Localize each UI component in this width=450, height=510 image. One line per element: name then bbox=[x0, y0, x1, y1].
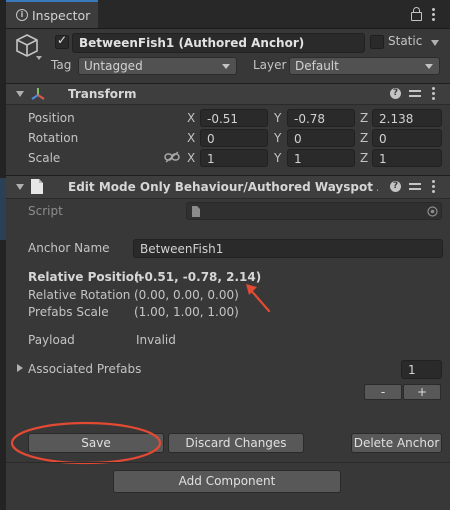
rotation-x-field[interactable]: 0 bbox=[200, 129, 268, 147]
rotation-x-label[interactable]: X bbox=[187, 131, 195, 145]
static-checkbox[interactable] bbox=[370, 35, 384, 49]
relative-position-label: Relative Position bbox=[28, 270, 143, 284]
active-checkbox[interactable] bbox=[55, 33, 69, 49]
static-label: Static bbox=[388, 34, 423, 48]
object-name-field[interactable]: BetweenFish1 (Authored Anchor) bbox=[72, 33, 365, 53]
tag-dropdown[interactable]: Untagged bbox=[78, 57, 237, 75]
tag-label: Tag bbox=[51, 58, 72, 72]
tab-label: Inspector bbox=[32, 8, 91, 23]
layer-label: Layer bbox=[253, 58, 287, 72]
layer-dropdown[interactable]: Default bbox=[289, 57, 440, 75]
scale-y-label[interactable]: Y bbox=[274, 151, 281, 165]
tab-menu-icon[interactable] bbox=[432, 8, 435, 11]
associated-prefabs-foldout-icon[interactable] bbox=[17, 364, 23, 372]
presets-icon[interactable] bbox=[409, 181, 421, 191]
tag-value: Untagged bbox=[84, 59, 143, 73]
static-dropdown-icon[interactable] bbox=[431, 40, 439, 46]
position-x-label[interactable]: X bbox=[187, 111, 195, 125]
component-foldout-icon[interactable] bbox=[16, 184, 24, 190]
help-icon[interactable]: ? bbox=[390, 181, 401, 192]
tab-inspector[interactable]: i Inspector bbox=[6, 0, 98, 28]
rotation-label: Rotation bbox=[28, 131, 79, 145]
component-menu-icon[interactable] bbox=[432, 180, 435, 183]
anchor-name-label: Anchor Name bbox=[28, 241, 110, 255]
position-label: Position bbox=[28, 111, 75, 125]
annotation-arrow bbox=[246, 284, 271, 313]
annotation-circle bbox=[10, 421, 162, 465]
scale-y-field[interactable]: 1 bbox=[287, 149, 355, 167]
presets-icon[interactable] bbox=[409, 88, 421, 98]
payload-label: Payload bbox=[28, 333, 75, 347]
associated-prefabs-label[interactable]: Associated Prefabs bbox=[28, 362, 141, 376]
rotation-y-label[interactable]: Y bbox=[274, 131, 281, 145]
transform-foldout-icon[interactable] bbox=[16, 91, 24, 97]
scale-x-field[interactable]: 1 bbox=[200, 149, 268, 167]
prefabs-scale-label: Prefabs Scale bbox=[28, 305, 109, 319]
anchor-name-field[interactable]: BetweenFish1 bbox=[133, 239, 443, 258]
lock-icon[interactable] bbox=[411, 7, 422, 21]
prefabs-scale-value: (1.00, 1.00, 1.00) bbox=[134, 305, 239, 319]
object-picker-icon[interactable] bbox=[427, 206, 438, 217]
remove-prefab-button[interactable]: - bbox=[364, 384, 402, 400]
layer-value: Default bbox=[295, 59, 339, 73]
script-file-icon bbox=[31, 179, 43, 194]
position-z-field[interactable]: 2.138 bbox=[372, 109, 442, 127]
position-x-field[interactable]: -0.51 bbox=[200, 109, 268, 127]
position-y-label[interactable]: Y bbox=[274, 111, 281, 125]
rotation-y-field[interactable]: 0 bbox=[287, 129, 355, 147]
transform-title: Transform bbox=[68, 87, 137, 101]
component-title: Edit Mode Only Behaviour/Authored Wayspo… bbox=[68, 180, 378, 194]
script-label: Script bbox=[28, 204, 63, 218]
position-z-label[interactable]: Z bbox=[360, 111, 368, 125]
rotation-z-label[interactable]: Z bbox=[360, 131, 368, 145]
relative-rotation-value: (0.00, 0.00, 0.00) bbox=[134, 288, 239, 302]
script-file-icon bbox=[192, 206, 200, 217]
relative-rotation-label: Relative Rotation bbox=[28, 288, 131, 302]
constrain-proportions-icon[interactable] bbox=[164, 151, 180, 163]
chevron-down-icon bbox=[425, 64, 433, 69]
associated-prefabs-count-field[interactable]: 1 bbox=[401, 360, 442, 379]
help-icon[interactable]: ? bbox=[390, 88, 401, 99]
scale-z-label[interactable]: Z bbox=[360, 151, 368, 165]
position-y-field[interactable]: -0.78 bbox=[287, 109, 355, 127]
payload-value: Invalid bbox=[136, 333, 176, 347]
scale-x-label[interactable]: X bbox=[187, 151, 195, 165]
divider bbox=[6, 462, 450, 463]
rotation-z-field[interactable]: 0 bbox=[372, 129, 442, 147]
scale-label: Scale bbox=[28, 151, 61, 165]
icon-dropdown-icon[interactable] bbox=[36, 56, 42, 60]
discard-changes-button[interactable]: Discard Changes bbox=[168, 433, 304, 453]
transform-axis-icon bbox=[31, 88, 45, 100]
chevron-down-icon bbox=[222, 64, 230, 69]
info-icon: i bbox=[16, 9, 28, 21]
transform-menu-icon[interactable] bbox=[432, 87, 435, 90]
scale-z-field[interactable]: 1 bbox=[372, 149, 442, 167]
add-component-button[interactable]: Add Component bbox=[113, 470, 341, 493]
delete-anchor-button[interactable]: Delete Anchor bbox=[351, 433, 442, 453]
add-prefab-button[interactable]: + bbox=[403, 384, 441, 400]
script-field[interactable] bbox=[186, 202, 442, 220]
